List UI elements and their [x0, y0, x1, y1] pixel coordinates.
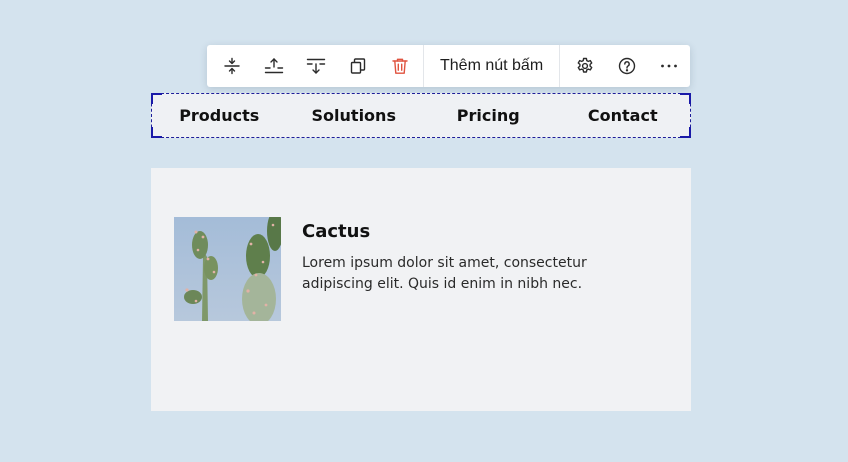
card-title: Cactus	[302, 221, 371, 242]
nav-item-solutions[interactable]: Solutions	[287, 106, 422, 125]
help-button[interactable]	[606, 45, 648, 87]
insert-below-icon	[306, 57, 326, 75]
element-toolbar: Thêm nút bấm	[207, 45, 690, 87]
toolbar-add-group: Thêm nút bấm	[423, 45, 559, 87]
delete-button[interactable]	[379, 45, 421, 87]
add-button-button[interactable]: Thêm nút bấm	[424, 45, 559, 87]
fit-height-button[interactable]	[211, 45, 253, 87]
fit-height-icon	[223, 57, 241, 75]
help-circle-icon	[618, 57, 636, 75]
insert-above-icon	[264, 57, 284, 75]
nav-item-pricing[interactable]: Pricing	[421, 106, 556, 125]
more-horizontal-icon	[660, 57, 678, 75]
selection-handle-bottom-left[interactable]	[151, 127, 162, 138]
toolbar-settings-group	[559, 45, 694, 87]
selection-handle-top-left[interactable]	[151, 93, 162, 104]
content-card: Cactus Lorem ipsum dolor sit amet, conse…	[151, 168, 691, 411]
selection-handle-top-right[interactable]	[680, 93, 691, 104]
nav-item-products[interactable]: Products	[152, 106, 287, 125]
toolbar-actions-group	[207, 45, 423, 87]
nav-item-contact[interactable]: Contact	[556, 106, 691, 125]
gear-icon	[576, 57, 594, 75]
card-description: Lorem ipsum dolor sit amet, consectetur …	[302, 255, 587, 292]
settings-button[interactable]	[564, 45, 606, 87]
navigation-menu[interactable]: Products Solutions Pricing Contact	[151, 93, 691, 138]
delete-icon	[391, 57, 409, 75]
selection-handle-bottom-right[interactable]	[680, 127, 691, 138]
cactus-image	[174, 217, 281, 321]
more-button[interactable]	[648, 45, 690, 87]
insert-below-button[interactable]	[295, 45, 337, 87]
duplicate-button[interactable]	[337, 45, 379, 87]
insert-above-button[interactable]	[253, 45, 295, 87]
duplicate-icon	[349, 57, 367, 75]
